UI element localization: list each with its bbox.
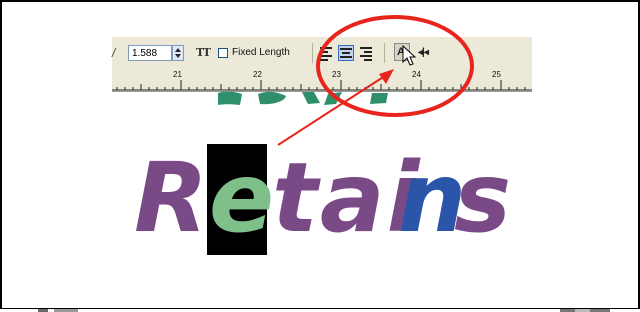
bottom-edge	[0, 308, 640, 312]
highlight-circle	[316, 15, 474, 117]
annotation-arrow-line	[277, 73, 389, 146]
annotation-layer	[277, 15, 474, 146]
mouse-cursor-icon	[402, 45, 416, 66]
annotation-arrow-head	[379, 69, 394, 84]
screenshot-frame: / 1.588 TT Fixed Length A ◂|◂ 21 22 23 2…	[0, 0, 640, 310]
